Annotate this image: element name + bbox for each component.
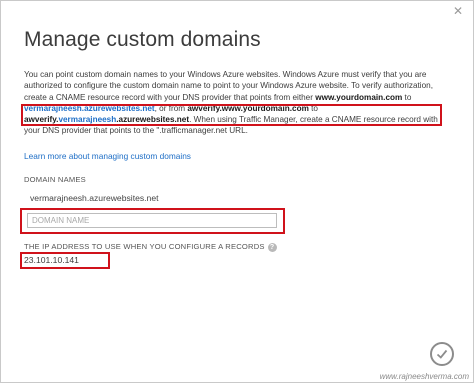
- ip-address-label-row: THE IP ADDRESS TO USE WHEN YOU CONFIGURE…: [24, 242, 277, 252]
- help-icon[interactable]: ?: [267, 242, 277, 252]
- ok-button[interactable]: [430, 342, 454, 366]
- dialog-title: Manage custom domains: [24, 28, 261, 51]
- close-icon[interactable]: ✕: [453, 5, 465, 17]
- domain-names-label: DOMAIN NAMES: [24, 175, 86, 184]
- ip-address-value: 23.101.10.141: [24, 255, 79, 265]
- cname-highlight-box: [21, 104, 442, 126]
- ip-address-label: THE IP ADDRESS TO USE WHEN YOU CONFIGURE…: [24, 242, 265, 251]
- domain-name-input[interactable]: [27, 213, 277, 228]
- dialog-description: You can point custom domain names to you…: [24, 69, 454, 137]
- watermark: www.rajneeshverma.com: [379, 372, 469, 381]
- learn-more-link[interactable]: Learn more about managing custom domains: [24, 151, 191, 161]
- checkmark-icon: [436, 349, 448, 359]
- existing-domain: vermarajneesh.azurewebsites.net: [30, 193, 159, 203]
- description-to1: to: [402, 92, 412, 102]
- manage-domains-dialog: ✕ Manage custom domains You can point cu…: [0, 0, 474, 383]
- description-domain1: www.yourdomain.com: [315, 92, 403, 102]
